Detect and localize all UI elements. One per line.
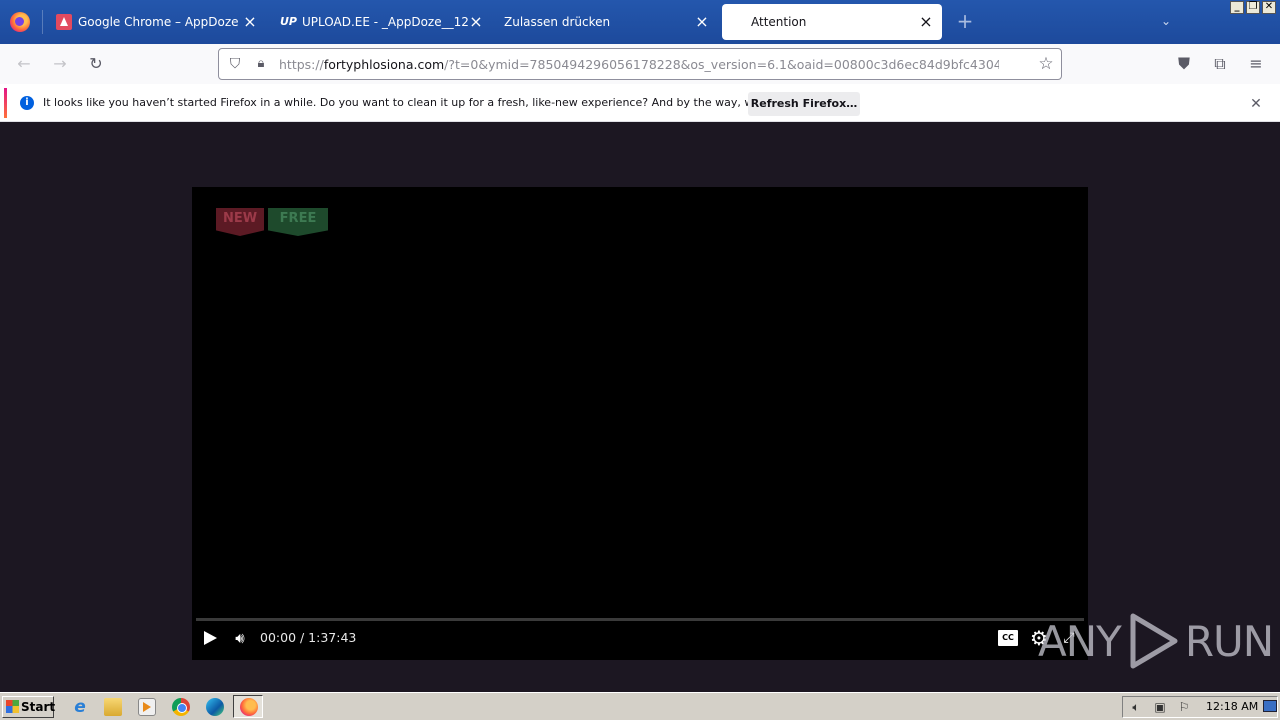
start-button[interactable]: Start [2, 696, 56, 718]
notification-message: It looks like you haven’t started Firefo… [43, 96, 828, 109]
media-player-icon[interactable] [138, 698, 156, 716]
show-desktop-icon[interactable] [1263, 700, 1277, 712]
play-icon[interactable] [202, 628, 218, 648]
tab-title: Zulassen drücken [504, 15, 611, 29]
tab-attention[interactable]: Attention × [722, 4, 942, 40]
extensions-icon[interactable]: ⧉ [1210, 54, 1230, 74]
edge-icon[interactable] [206, 698, 224, 716]
maximize-button[interactable]: ❐ [1246, 1, 1260, 14]
start-label: Start [21, 700, 56, 714]
tab-strip: Google Chrome – AppDoze × UP UPLOAD.EE -… [0, 0, 1280, 44]
anyrun-watermark: ANY RUN [1038, 612, 1274, 670]
chrome-icon[interactable] [172, 698, 190, 716]
progress-bar[interactable] [196, 618, 1084, 621]
close-icon[interactable]: × [242, 14, 258, 30]
tab-separator [42, 10, 43, 34]
volume-icon[interactable]: 🔊︎ [230, 628, 250, 648]
firefox-taskbar-button[interactable] [233, 695, 263, 718]
appdoze-favicon-icon [56, 14, 72, 30]
tab-google-chrome[interactable]: Google Chrome – AppDoze × [48, 4, 266, 40]
url-path: /?t=0&ymid=7850494296056178228&os_versio… [444, 57, 999, 72]
tab-title: Google Chrome – AppDoze [78, 15, 239, 29]
bookmark-star-icon[interactable]: ☆ [1037, 55, 1055, 73]
tab-title: UPLOAD.EE - _AppDoze__122.0.6 [302, 15, 468, 29]
tab-title: Attention [751, 15, 807, 29]
speaker-icon[interactable]: 🔈︎ [1129, 700, 1143, 714]
close-icon[interactable]: × [918, 14, 934, 30]
network-icon[interactable]: ▣ [1153, 700, 1167, 714]
notification-accent [4, 88, 7, 118]
folder-icon[interactable] [104, 698, 122, 716]
free-badge: FREE [268, 208, 328, 236]
page-content: NEW FREE 🔊︎ 00:00 / 1:37:43 CC ⚙ ⤢ [0, 122, 1280, 692]
watermark-left: ANY [1038, 616, 1122, 666]
close-icon[interactable]: × [468, 14, 484, 30]
forward-arrow-icon[interactable]: → [50, 54, 70, 74]
tab-upload-ee[interactable]: UP UPLOAD.EE - _AppDoze__122.0.6 × [274, 4, 492, 40]
video-player[interactable]: NEW FREE 🔊︎ 00:00 / 1:37:43 CC ⚙ ⤢ [192, 187, 1088, 660]
url-text[interactable]: https://fortyphlosiona.com/?t=0&ymid=785… [279, 57, 999, 72]
reload-icon[interactable]: ↻ [86, 54, 106, 74]
close-window-button[interactable]: ✕ [1262, 1, 1276, 14]
minimize-button[interactable]: _ [1230, 1, 1244, 14]
close-icon[interactable]: × [694, 14, 710, 30]
clock: 12:18 AM [1206, 700, 1259, 713]
pocket-icon[interactable]: ⛊ [1174, 54, 1194, 74]
hamburger-menu-icon[interactable]: ≡ [1246, 54, 1266, 74]
navigation-bar: ← → ↻ ⛉ 🔒︎ https://fortyphlosiona.com/?t… [0, 44, 1280, 84]
time-display: 00:00 / 1:37:43 [260, 630, 357, 645]
watermark-right: RUN [1184, 616, 1274, 666]
plus-icon[interactable]: + [956, 11, 974, 31]
taskbar: Start e 🔈︎ ▣ ⚐ 12:18 AM [0, 692, 1280, 720]
firefox-icon [240, 698, 258, 716]
internet-explorer-icon[interactable]: e [71, 698, 89, 716]
system-tray: 🔈︎ ▣ ⚐ 12:18 AM [1122, 696, 1278, 718]
info-icon: i [20, 96, 34, 110]
shield-icon[interactable]: ⛉ [227, 56, 243, 72]
firefox-icon[interactable] [10, 12, 30, 32]
close-icon[interactable]: ✕ [1248, 96, 1264, 112]
cc-icon[interactable]: CC [998, 630, 1018, 646]
notification-bar: i It looks like you haven’t started Fire… [0, 84, 1280, 122]
back-arrow-icon[interactable]: ← [14, 54, 34, 74]
watermark-play-icon [1130, 613, 1178, 669]
refresh-firefox-button[interactable]: Refresh Firefox… [748, 92, 860, 116]
flag-icon[interactable]: ⚐ [1177, 700, 1191, 714]
upload-favicon-icon: UP [280, 15, 297, 28]
lock-icon[interactable]: 🔒︎ [253, 56, 269, 72]
url-bar[interactable]: ⛉ 🔒︎ https://fortyphlosiona.com/?t=0&ymi… [218, 48, 1062, 80]
tab-zulassen[interactable]: Zulassen drücken × [498, 4, 718, 40]
new-badge: NEW [216, 208, 264, 236]
chevron-down-icon[interactable]: ⌄ [1158, 14, 1174, 28]
window-controls: _ ❐ ✕ [1230, 1, 1276, 14]
url-scheme: https:// [279, 57, 324, 72]
url-domain: fortyphlosiona.com [323, 57, 445, 72]
windows-logo-icon [6, 700, 19, 713]
